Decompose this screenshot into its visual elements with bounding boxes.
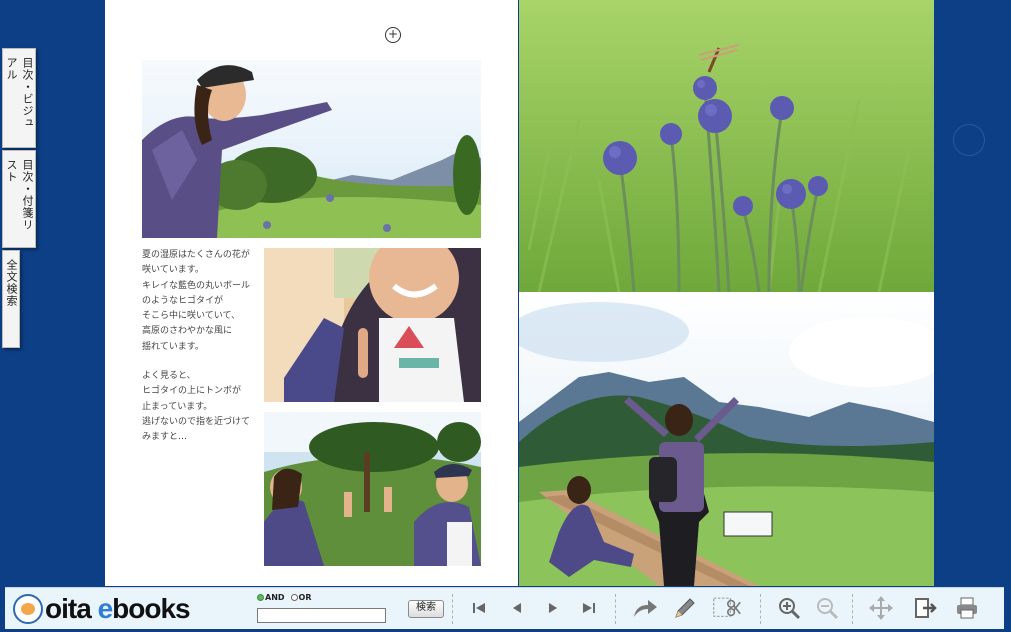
next-page-circle-button[interactable] xyxy=(953,124,985,156)
photo-dragonfly-closeup xyxy=(264,248,481,402)
article-text: 夏の湿原はたくさんの花が 咲いています。 キレイな藍色の丸いボール のようなヒゴ… xyxy=(142,248,262,460)
radio-or-dot[interactable] xyxy=(290,593,298,601)
side-tabs: 目次・ビジュアル 目次・付箋リスト 全文検索 xyxy=(2,48,36,350)
tab-toc-visual[interactable]: 目次・ビジュアル xyxy=(2,48,36,148)
clip-scissors-icon[interactable] xyxy=(713,594,741,622)
pencil-icon[interactable] xyxy=(671,594,699,622)
toolbar-separator xyxy=(760,594,762,624)
zoom-in-icon[interactable] xyxy=(775,594,803,622)
tab-toc-sticky-list[interactable]: 目次・付箋リスト xyxy=(2,150,36,248)
print-icon[interactable] xyxy=(953,594,981,622)
toolbar-separator xyxy=(452,594,454,624)
radio-and-dot[interactable] xyxy=(257,593,264,601)
toolbar-separator xyxy=(615,594,617,624)
zoom-out-icon[interactable] xyxy=(813,594,841,622)
logo-text-suffix: books xyxy=(112,593,190,624)
logo-text-e: e xyxy=(97,593,114,624)
bottom-toolbar: oita ebooks AND OR 検索 xyxy=(5,587,1004,629)
move-icon[interactable] xyxy=(867,594,895,622)
search-mode-radios: AND OR xyxy=(257,591,392,603)
photo-woman-arms-up-wetland xyxy=(519,292,934,586)
next-page-icon[interactable] xyxy=(539,594,567,622)
radio-and-label: AND xyxy=(265,592,285,602)
export-icon[interactable] xyxy=(911,594,939,622)
left-page[interactable]: 夏の湿原はたくさんの花が 咲いています。 キレイな藍色の丸いボール のようなヒゴ… xyxy=(105,0,518,586)
first-page-icon[interactable] xyxy=(465,594,493,622)
radio-or[interactable]: OR xyxy=(290,592,312,602)
mascot-logo-icon xyxy=(13,594,43,624)
radio-or-label: OR xyxy=(298,592,312,602)
paragraph-1: 夏の湿原はたくさんの花が 咲いています。 キレイな藍色の丸いボール のようなヒゴ… xyxy=(142,250,251,352)
tab-fulltext-search[interactable]: 全文検索 xyxy=(2,250,20,348)
zoom-plus-cursor-icon: + xyxy=(385,27,401,43)
prev-page-icon[interactable] xyxy=(503,594,531,622)
paragraph-2: よく見ると、 ヒゴタイの上にトンボが 止まっています。 逃げないので指を近づけて… xyxy=(142,371,251,443)
share-arrow-icon[interactable] xyxy=(631,594,659,622)
search-input[interactable] xyxy=(257,608,386,623)
search-block: AND OR xyxy=(257,591,392,623)
last-page-icon[interactable] xyxy=(575,594,603,622)
oita-ebooks-logo: oita ebooks xyxy=(13,593,191,625)
ebook-viewer: 目次・ビジュアル 目次・付箋リスト 全文検索 夏の湿原はたくさんの花が 咲いてい… xyxy=(0,0,1011,586)
right-page[interactable] xyxy=(519,0,934,586)
radio-and[interactable]: AND xyxy=(257,593,285,602)
toolbar-separator xyxy=(852,594,854,624)
photo-two-women xyxy=(264,412,481,566)
logo-text-prefix: oita xyxy=(45,593,98,624)
photo-woman-pointing xyxy=(142,0,481,238)
search-button[interactable]: 検索 xyxy=(408,600,444,618)
logo-text: oita ebooks xyxy=(45,593,191,625)
photo-globe-thistle-dragonfly xyxy=(519,0,934,292)
